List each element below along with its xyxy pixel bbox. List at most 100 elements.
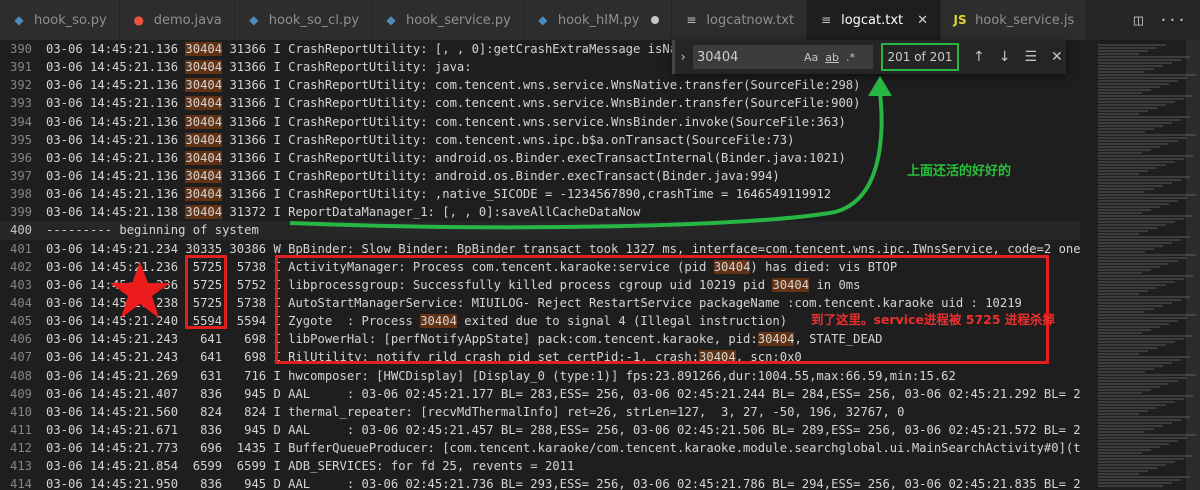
line-number: 412 [9,441,32,456]
minimap-line [1098,413,1139,415]
minimap-line [1098,326,1160,328]
line-number: 400 [9,223,32,238]
minimap-line [1098,455,1193,457]
line-number: 405 [9,314,32,329]
find-input[interactable] [697,49,797,65]
line-text: 03-06 14:45:21.243 641 698 I libPowerHal… [46,332,883,347]
code-line[interactable]: 395 03-06 14:45:21.136 30404 31366 I Cras… [0,131,1080,149]
line-text: 03-06 14:45:21.136 30404 31366 I CrashRe… [46,168,780,183]
more-actions-icon[interactable]: ··· [1159,11,1186,29]
close-tab-icon[interactable]: ✕ [917,13,928,28]
code-line[interactable]: 394 03-06 14:45:21.136 30404 31366 I Cras… [0,113,1080,131]
close-find-icon[interactable]: ✕ [1051,49,1063,65]
minimap-line [1098,428,1154,430]
line-text: 03-06 14:45:21.136 30404 31366 I CrashRe… [46,132,795,147]
tab-hook-him-py[interactable]: ◆ hook_hIM.py [523,0,673,40]
minimap-line [1098,116,1190,118]
tab-logcat-txt[interactable]: ≡ logcat.txt ✕ [807,0,942,40]
minimap-line [1098,170,1148,172]
code-line[interactable]: 406 03-06 14:45:21.243 641 698 I libPower… [0,330,1080,348]
code-line[interactable]: 398 03-06 14:45:21.136 30404 31366 I Cras… [0,185,1080,203]
minimap-line [1098,68,1154,70]
code-line[interactable]: 407 03-06 14:45:21.243 641 698 I RilUtili… [0,348,1080,366]
code-line[interactable]: 413 03-06 14:45:21.854 6599 6599 I ADB_SE… [0,457,1080,475]
tab-hook-so-py[interactable]: ◆ hook_so.py [0,0,120,40]
editor-text-area[interactable]: 390 03-06 14:45:21.136 30404 31366 I Cras… [0,40,1080,490]
previous-match-arrow-icon[interactable]: ↑ [973,49,985,65]
code-line[interactable]: 399 03-06 14:45:21.138 30404 31372 I Repo… [0,203,1080,221]
code-line[interactable]: 414 03-06 14:45:21.950 836 945 D AAL : 03… [0,475,1080,490]
match-case-button[interactable]: Aa [804,51,818,64]
python-icon: ◆ [14,13,24,27]
minimap-line [1098,227,1157,229]
minimap-line [1098,104,1166,106]
line-text: 03-06 14:45:21.136 30404 31366 I CrashRe… [46,42,678,56]
tab-hook-service-js[interactable]: JS hook_service.js [941,0,1088,40]
toggle-replace-chevron-icon[interactable]: › [675,50,691,65]
line-number: 410 [9,404,32,419]
next-match-arrow-icon[interactable]: ↓ [999,49,1011,65]
search-match-highlight: 30404 [185,150,223,165]
match-whole-word-button[interactable]: ab [825,51,839,64]
find-input-box[interactable]: Aa ab .* [693,45,873,69]
code-line[interactable]: 402 03-06 14:45:21.236 5725 5738 I Activi… [0,258,1080,276]
green-annotation-text: 上面还活的好好的 [907,164,1012,179]
use-regex-button[interactable]: .* [846,51,855,64]
line-number: 414 [9,477,32,490]
minimap[interactable] [1080,40,1200,490]
minimap-line [1098,56,1190,58]
minimap-line [1098,89,1151,91]
code-line[interactable]: 403 03-06 14:45:21.236 5725 5752 I libpro… [0,276,1080,294]
split-editor-icon[interactable]: ◫ [1134,11,1143,29]
minimap-line [1098,149,1151,151]
minimap-line [1098,59,1181,61]
tab-logcatnow-txt[interactable]: ≡ logcatnow.txt [672,0,808,40]
code-line[interactable]: 400 --------- beginning of system [0,221,1080,240]
code-line[interactable]: 409 03-06 14:45:21.407 836 945 D AAL : 03… [0,385,1080,403]
find-in-selection-icon[interactable]: ☰ [1024,49,1037,65]
minimap-line [1098,440,1178,442]
minimap-line [1098,176,1190,178]
minimap-line [1098,221,1175,223]
code-line[interactable]: 410 03-06 14:45:21.560 824 824 I thermal_… [0,403,1080,421]
minimap-line [1098,299,1181,301]
line-number: 403 [9,277,32,292]
code-line[interactable]: 411 03-06 14:45:21.671 836 945 D AAL : 03… [0,421,1080,439]
minimap-line [1098,383,1169,385]
minimap-line [1098,119,1181,121]
line-text: 03-06 14:45:21.136 30404 31366 I CrashRe… [46,78,861,93]
unsaved-dot-icon[interactable] [651,16,660,24]
line-text: 03-06 14:45:21.236 5725 5752 I libproces… [46,277,861,292]
code-line[interactable]: 393 03-06 14:45:21.136 30404 31366 I Cras… [0,94,1080,112]
code-line[interactable]: 401 03-06 14:45:21.234 30335 30386 W BpBi… [0,240,1080,258]
red-annotation-text: 到了这里。service进程被 5725 进程杀掉 [811,312,1055,327]
minimap-line [1098,482,1172,484]
minimap-line [1098,422,1172,424]
code-line[interactable]: 392 03-06 14:45:21.136 30404 31366 I Cras… [0,76,1080,94]
minimap-line [1098,320,1178,322]
minimap-line [1098,461,1175,463]
minimap-line [1098,368,1154,370]
search-match-highlight: 30404 [185,187,223,202]
minimap-line [1098,362,1172,364]
line-text: 03-06 14:45:21.136 30404 31366 I CrashRe… [46,60,472,75]
minimap-line [1098,287,1157,289]
minimap-line [1098,74,1196,76]
tab-hook-so-cl-py[interactable]: ◆ hook_so_cl.py [234,0,373,40]
code-line[interactable]: 408 03-06 14:45:21.269 631 716 I hwcompos… [0,367,1080,385]
tab-hook-service-py[interactable]: ◆ hook_service.py [372,0,524,40]
minimap-line [1098,236,1190,238]
minimap-line [1098,209,1151,211]
search-match-highlight: 30404 [699,350,736,365]
tab-demo-java[interactable]: ● demo.java [119,0,235,40]
minimap-line [1098,134,1196,136]
minimap-line [1098,392,1142,394]
line-text: 03-06 14:45:21.773 696 1435 I BufferQueu… [46,441,1080,456]
code-line[interactable]: 412 03-06 14:45:21.773 696 1435 I BufferQ… [0,439,1080,457]
minimap-line [1098,191,1145,193]
minimap-line [1098,245,1163,247]
search-match-highlight: 30404 [185,132,223,147]
tab-label: hook_so.py [34,12,107,28]
vertical-scrollbar[interactable] [1186,40,1200,490]
minimap-line [1098,173,1139,175]
